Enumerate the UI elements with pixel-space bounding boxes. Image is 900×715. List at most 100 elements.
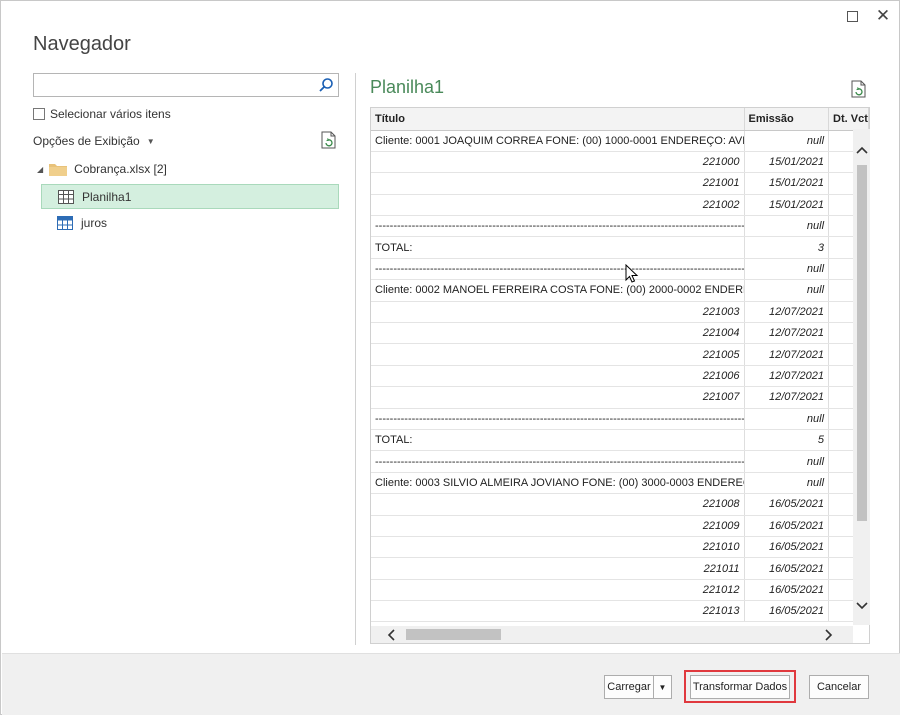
cell-emissao: 5 xyxy=(744,429,830,452)
cell-emissao: 16/05/2021 xyxy=(744,536,830,559)
cell-titulo: 221013 xyxy=(371,600,745,623)
scroll-up-icon[interactable] xyxy=(856,145,868,155)
display-options-dropdown[interactable]: Opções de Exibição ▼ xyxy=(33,134,155,148)
cell-titulo: 221008 xyxy=(371,493,745,516)
cell-emissao: 12/07/2021 xyxy=(744,365,830,388)
table-row[interactable]: Cliente: 0001 JOAQUIM CORREA FONE: (00) … xyxy=(371,130,869,152)
cell-emissao: 16/05/2021 xyxy=(744,579,830,602)
pane-splitter[interactable] xyxy=(355,73,356,645)
column-header-titulo[interactable]: Título xyxy=(371,108,745,131)
table-row[interactable]: 221012 16/05/2021 xyxy=(371,579,869,602)
table-row[interactable]: Cliente: 0002 MANOEL FERREIRA COSTA FONE… xyxy=(371,279,869,302)
table-row[interactable]: 221008 16/05/2021 xyxy=(371,493,869,516)
table-row[interactable]: TOTAL: 3 xyxy=(371,236,869,259)
close-icon[interactable]: ✕ xyxy=(874,6,892,25)
cell-emissao: null xyxy=(744,130,830,152)
maximize-icon[interactable] xyxy=(843,7,861,25)
cell-emissao: null xyxy=(744,408,830,430)
preview-title: Planilha1 xyxy=(370,77,445,97)
cell-titulo: 221007 xyxy=(371,386,745,409)
horizontal-scroll-thumb[interactable] xyxy=(406,629,501,640)
cell-titulo: 221004 xyxy=(371,322,745,345)
cell-titulo: 221002 xyxy=(371,194,745,217)
scroll-right-icon[interactable] xyxy=(824,629,834,641)
cell-emissao: 16/05/2021 xyxy=(744,557,830,580)
table-row[interactable]: 221004 12/07/2021 xyxy=(371,322,869,345)
transform-data-button[interactable]: Transformar Dados xyxy=(690,675,790,699)
table-row[interactable]: 221002 15/01/2021 xyxy=(371,194,869,217)
cell-emissao: 15/01/2021 xyxy=(744,151,830,174)
table-row[interactable]: 221010 16/05/2021 xyxy=(371,536,869,559)
table-row[interactable]: Cliente: 0003 SILVIO ALMEIRA JOVIANO FON… xyxy=(371,472,869,495)
refresh-icon[interactable] xyxy=(321,131,337,149)
table-row[interactable]: 221013 16/05/2021 xyxy=(371,600,869,623)
cell-emissao: 16/05/2021 xyxy=(744,515,830,537)
cell-titulo: Cliente: 0002 MANOEL FERREIRA COSTA FONE… xyxy=(371,279,745,302)
refresh-preview-icon[interactable] xyxy=(851,80,867,98)
cell-titulo: TOTAL: xyxy=(371,429,745,452)
horizontal-scrollbar[interactable] xyxy=(371,626,853,643)
chevron-down-icon: ▼ xyxy=(658,682,667,692)
vertical-scrollbar[interactable] xyxy=(853,129,870,625)
table-row[interactable]: 221001 15/01/2021 xyxy=(371,172,869,195)
cell-emissao: null xyxy=(744,279,830,302)
table-row[interactable]: 221006 12/07/2021 xyxy=(371,365,869,388)
cell-titulo: 221009 xyxy=(371,515,745,537)
select-multiple-option[interactable]: Selecionar vários itens xyxy=(33,107,171,121)
cell-titulo: 221006 xyxy=(371,365,745,388)
cell-emissao: 12/07/2021 xyxy=(744,343,830,366)
table-row[interactable]: 221005 12/07/2021 xyxy=(371,343,869,366)
table-row[interactable]: 221011 16/05/2021 xyxy=(371,557,869,580)
cell-titulo: ----------------------------------------… xyxy=(371,215,745,238)
table-icon xyxy=(57,215,73,230)
caret-down-icon: ▼ xyxy=(146,136,155,146)
cell-emissao: 15/01/2021 xyxy=(744,172,830,195)
cell-emissao: 12/07/2021 xyxy=(744,386,830,409)
column-header-dt-vct[interactable]: Dt. Vct xyxy=(828,108,869,131)
cell-emissao: 12/07/2021 xyxy=(744,322,830,345)
vertical-scroll-thumb[interactable] xyxy=(857,165,867,521)
cell-emissao: null xyxy=(744,215,830,238)
column-header-emissao[interactable]: Emissão xyxy=(744,108,830,131)
cell-titulo: ----------------------------------------… xyxy=(371,258,745,281)
cell-emissao: 12/07/2021 xyxy=(744,301,830,324)
table-row[interactable]: TOTAL: 5 xyxy=(371,429,869,452)
cell-titulo: ----------------------------------------… xyxy=(371,450,745,473)
scroll-left-icon[interactable] xyxy=(386,629,396,641)
table-row[interactable]: ----------------------------------------… xyxy=(371,258,869,281)
load-dropdown-button[interactable]: ▼ xyxy=(654,675,672,699)
select-multiple-label: Selecionar vários itens xyxy=(50,107,171,121)
table-row[interactable]: 221009 16/05/2021 xyxy=(371,515,869,537)
display-options-label: Opções de Exibição xyxy=(33,134,140,148)
table-row[interactable]: 221000 15/01/2021 xyxy=(371,151,869,174)
cell-emissao: null xyxy=(744,472,830,495)
tree-item-label: Planilha1 xyxy=(82,189,132,204)
search-icon[interactable] xyxy=(318,77,334,93)
load-button[interactable]: Carregar xyxy=(604,675,654,699)
search-input[interactable] xyxy=(33,73,339,97)
scroll-down-icon[interactable] xyxy=(856,601,868,611)
expand-triangle-icon[interactable]: ◢ xyxy=(37,165,43,174)
table-row[interactable]: ----------------------------------------… xyxy=(371,408,869,430)
table-row[interactable]: 221007 12/07/2021 xyxy=(371,386,869,409)
folder-icon xyxy=(49,164,68,176)
header-row: Título Emissão Dt. Vct xyxy=(371,108,869,131)
table-row[interactable]: ----------------------------------------… xyxy=(371,450,869,473)
cell-emissao: 16/05/2021 xyxy=(744,600,830,623)
cell-titulo: TOTAL: xyxy=(371,236,745,259)
tree-item-juros[interactable]: juros xyxy=(41,210,339,235)
tree-item-planilha1[interactable]: Planilha1 xyxy=(41,184,339,209)
cell-emissao: null xyxy=(744,258,830,281)
cancel-button[interactable]: Cancelar xyxy=(809,675,869,699)
table-row[interactable]: 221003 12/07/2021 xyxy=(371,301,869,324)
navigator-dialog: ✕ Navegador Selecionar vários itens Opçõ… xyxy=(0,0,900,715)
cell-titulo: Cliente: 0003 SILVIO ALMEIRA JOVIANO FON… xyxy=(371,472,745,495)
tree-item-label: juros xyxy=(81,215,108,230)
table-body: Cliente: 0001 JOAQUIM CORREA FONE: (00) … xyxy=(371,130,869,623)
sheet-icon xyxy=(58,189,74,204)
preview-table: Título Emissão Dt. Vct Cliente: 0001 JOA… xyxy=(371,108,869,623)
select-multiple-checkbox[interactable] xyxy=(33,108,45,120)
tree-root-workbook[interactable]: ◢ Cobrança.xlsx [2] xyxy=(37,162,167,176)
table-row[interactable]: ----------------------------------------… xyxy=(371,215,869,238)
preview-grid[interactable]: Título Emissão Dt. Vct Cliente: 0001 JOA… xyxy=(370,107,870,644)
